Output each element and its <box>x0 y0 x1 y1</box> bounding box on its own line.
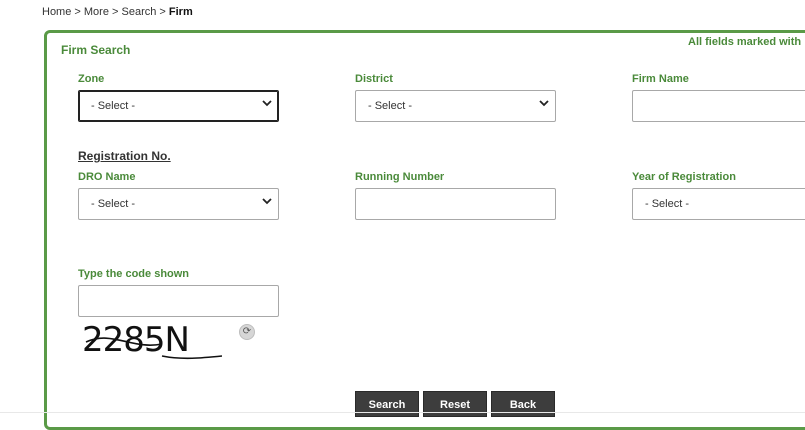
firm-name-input[interactable] <box>632 90 805 122</box>
search-button[interactable]: Search <box>355 391 419 417</box>
year-of-registration-select-value: - Select - <box>645 198 690 210</box>
registration-no-heading: Registration No. <box>78 149 171 163</box>
firm-name-label: Firm Name <box>632 73 689 85</box>
dro-name-label: DRO Name <box>78 171 136 183</box>
captcha-image: 2285N <box>82 320 222 362</box>
required-fields-note: All fields marked with <box>688 36 802 48</box>
captcha-code-input[interactable] <box>78 285 279 317</box>
breadcrumb-search[interactable]: Search <box>122 6 157 18</box>
zone-select-value: - Select - <box>91 100 136 112</box>
breadcrumb-current: Firm <box>168 6 193 18</box>
district-label: District <box>355 73 393 85</box>
chevron-down-icon <box>262 100 272 107</box>
back-button[interactable]: Back <box>491 391 555 417</box>
district-select-value: - Select - <box>368 100 413 112</box>
breadcrumb: Home > More > Search > Firm <box>42 6 193 18</box>
dro-name-select-value: - Select - <box>91 198 136 210</box>
breadcrumb-home[interactable]: Home <box>42 6 71 18</box>
reset-button[interactable]: Reset <box>423 391 487 417</box>
zone-label: Zone <box>78 73 105 85</box>
breadcrumb-separator: > <box>71 6 84 18</box>
breadcrumb-separator: > <box>156 6 169 18</box>
breadcrumb-separator: > <box>108 6 122 18</box>
year-of-registration-label: Year of Registration <box>632 171 736 183</box>
running-number-input[interactable] <box>355 188 556 220</box>
chevron-down-icon <box>539 100 549 107</box>
zone-select[interactable]: - Select - <box>78 90 279 122</box>
chevron-down-icon <box>262 198 272 205</box>
refresh-icon[interactable]: ⟳ <box>239 324 255 340</box>
panel-title: Firm Search <box>61 43 131 57</box>
captcha-code-label: Type the code shown <box>78 268 190 280</box>
year-of-registration-select[interactable]: - Select - <box>632 188 805 220</box>
breadcrumb-more[interactable]: More <box>84 6 109 18</box>
district-select[interactable]: - Select - <box>355 90 556 122</box>
dro-name-select[interactable]: - Select - <box>78 188 279 220</box>
running-number-label: Running Number <box>355 171 445 183</box>
captcha-noise-line <box>85 337 222 360</box>
